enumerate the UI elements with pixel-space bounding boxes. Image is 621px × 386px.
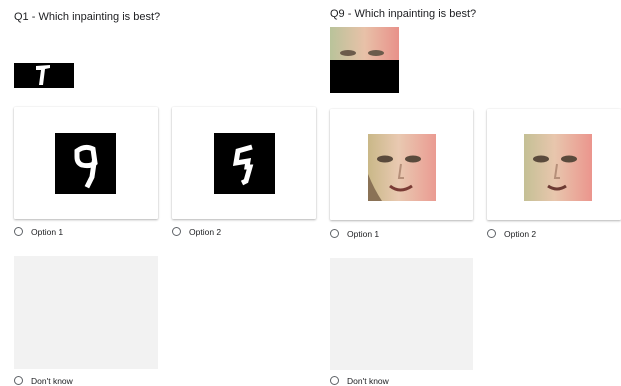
option-2-label[interactable]: Option 2 <box>504 229 536 239</box>
option-image-card[interactable] <box>14 107 158 219</box>
dont-know-image-placeholder[interactable] <box>330 258 473 370</box>
option-1-radio[interactable] <box>14 227 23 236</box>
option-2-radio[interactable] <box>172 227 181 236</box>
option-image-card[interactable] <box>330 109 473 220</box>
dont-know-image-placeholder[interactable] <box>14 256 158 369</box>
dont-know-radio[interactable] <box>14 376 23 385</box>
inpainted-digit-5-image <box>214 133 275 194</box>
masked-digit-image <box>14 63 74 88</box>
inpainted-face-image <box>368 134 436 201</box>
inpainted-digit-9-image <box>55 133 116 194</box>
option-2-label[interactable]: Option 2 <box>189 227 221 237</box>
option-1-label[interactable]: Option 1 <box>31 227 63 237</box>
masked-face-image <box>330 27 399 93</box>
option-1-radio[interactable] <box>330 229 339 238</box>
question-title: Q1 - Which inpainting is best? <box>14 11 161 23</box>
option-image-card[interactable] <box>487 109 621 220</box>
option-2-radio[interactable] <box>487 229 496 238</box>
inpainted-face-image <box>524 134 592 201</box>
question-title: Q9 - Which inpainting is best? <box>330 8 477 20</box>
option-1-label[interactable]: Option 1 <box>347 229 379 239</box>
option-image-card[interactable] <box>172 107 316 219</box>
dont-know-radio[interactable] <box>330 376 339 385</box>
